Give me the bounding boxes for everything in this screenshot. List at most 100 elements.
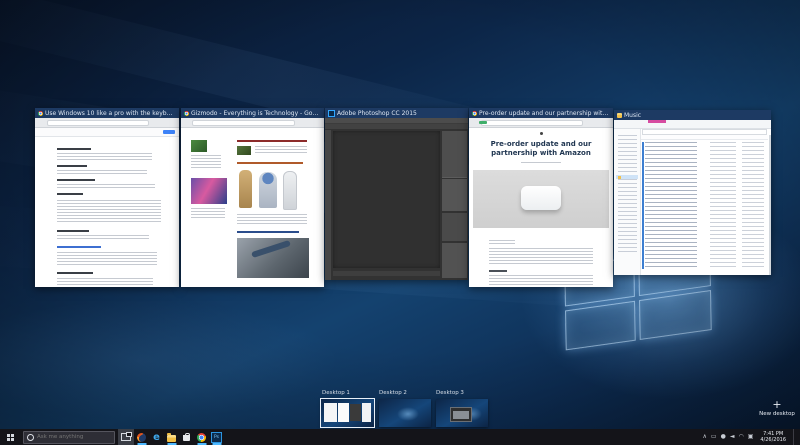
edge-icon: e — [153, 433, 160, 442]
eero-device — [521, 186, 561, 210]
taskbar-firefox-button[interactable] — [134, 429, 149, 445]
mini-window — [338, 403, 349, 422]
mini-window-dark — [450, 407, 472, 422]
chrome-icon — [472, 111, 477, 116]
plus-icon: + — [755, 400, 799, 410]
window-preview — [181, 118, 324, 287]
window-preview: Pre-order update and our partnership wit… — [469, 118, 613, 287]
window-title: Gizmodo - Everything is Technology - Goo… — [191, 110, 321, 117]
show-desktop-button[interactable] — [793, 429, 798, 445]
new-desktop-button[interactable]: + New desktop — [755, 400, 799, 417]
battery-icon[interactable]: ▭ — [711, 429, 717, 445]
ps-options-bar — [325, 124, 468, 129]
nav-tree-items — [618, 135, 637, 255]
desktop-3-label: Desktop 3 — [436, 390, 464, 396]
taskbar: e Ps ∧ ▭ ● ◄ ◠ ▣ 7:41 PM 4/26/2016 — [0, 429, 800, 445]
store-icon — [183, 435, 190, 441]
headline — [237, 140, 307, 142]
eero-paragraph — [489, 248, 593, 266]
headline — [237, 231, 299, 233]
taskbar-store-button[interactable] — [179, 429, 194, 445]
window-preview — [614, 120, 771, 275]
onedrive-icon[interactable]: ● — [721, 429, 726, 445]
bookmark-favicon — [479, 121, 487, 124]
eero-heading: Pre-order update and our partnership wit… — [481, 140, 601, 158]
window-thumbnail-eero[interactable]: Pre-order update and our partnership wit… — [469, 108, 613, 287]
window-titlebar: Gizmodo - Everything is Technology - Goo… — [181, 108, 324, 118]
window-title: Use Windows 10 like a pro with the keybo… — [45, 110, 176, 117]
folder-icon — [617, 113, 622, 118]
music-tools-tab — [648, 120, 666, 123]
doc-heading — [57, 272, 93, 274]
sidebar-text — [191, 155, 221, 169]
doc-heading — [57, 230, 89, 232]
doc-text — [57, 278, 153, 286]
article-text — [237, 214, 307, 226]
file-selection-highlight — [642, 142, 644, 269]
chrome-icon — [38, 111, 43, 116]
desktop-thumbnail-3[interactable] — [436, 399, 488, 427]
article-image-purple — [191, 178, 227, 204]
taskbar-photoshop-button[interactable]: Ps — [209, 429, 224, 445]
task-view-button[interactable] — [118, 429, 134, 445]
taskbar-clock[interactable]: 7:41 PM 4/26/2016 — [757, 431, 789, 443]
window-title: Adobe Photoshop CC 2015 — [337, 110, 465, 117]
window-titlebar: Adobe Photoshop CC 2015 — [325, 108, 468, 118]
hidden-icons-chevron[interactable]: ∧ — [702, 429, 706, 445]
action-center-icon[interactable]: ▣ — [748, 429, 754, 445]
doc-text — [57, 235, 149, 240]
browser-toolbar — [181, 118, 324, 128]
start-button[interactable] — [0, 429, 20, 445]
network-icon[interactable]: ◠ — [738, 429, 743, 445]
desktop-2-label: Desktop 2 — [379, 390, 407, 396]
task-view-screen: Use Windows 10 like a pro with the keybo… — [0, 0, 800, 445]
headline-thumb — [237, 146, 251, 155]
window-title: Pre-order update and our partnership wit… — [479, 110, 610, 117]
scrollbar — [769, 135, 771, 275]
volume-icon[interactable]: ◄ — [730, 429, 735, 445]
ps-panel — [442, 213, 467, 241]
chrome-icon — [184, 111, 189, 116]
column-headers — [641, 135, 768, 140]
site-logo-dot — [540, 132, 543, 135]
taskbar-file-explorer-button[interactable] — [164, 429, 179, 445]
window-thumbnail-docs[interactable]: Use Windows 10 like a pro with the keybo… — [35, 108, 179, 287]
doc-heading — [57, 148, 91, 150]
ps-toolbar — [325, 130, 331, 280]
taskbar-edge-button[interactable]: e — [149, 429, 164, 445]
logo-pane — [639, 290, 712, 340]
mini-logo-glow — [397, 407, 419, 421]
eero-paragraph — [489, 275, 593, 285]
mini-window — [324, 403, 337, 422]
firefox-icon — [137, 433, 146, 442]
figure-droid — [283, 171, 297, 210]
cortana-search-box[interactable] — [23, 431, 115, 444]
desktop-1-label: Desktop 1 — [322, 390, 350, 396]
mini-window-content — [453, 411, 469, 419]
doc-text — [57, 170, 147, 175]
window-thumbnail-gizmodo[interactable]: Gizmodo - Everything is Technology - Goo… — [181, 108, 324, 287]
file-detail-columns — [742, 142, 764, 269]
search-input[interactable] — [37, 434, 111, 440]
file-detail-columns — [710, 142, 736, 269]
windows-logo-icon — [7, 434, 14, 441]
eero-subheading — [489, 270, 507, 272]
mini-window-dark — [350, 404, 361, 421]
desktop-thumbnail-2[interactable] — [379, 399, 431, 427]
doc-text — [57, 153, 152, 161]
doc-heading — [57, 179, 95, 181]
window-titlebar: Music — [614, 110, 771, 120]
doc-heading — [57, 193, 83, 195]
doc-paragraph — [57, 200, 161, 222]
window-thumbnail-photoshop[interactable]: Adobe Photoshop CC 2015 — [325, 108, 468, 280]
window-thumbnail-explorer[interactable]: Music — [614, 110, 771, 275]
explorer-nav-pane — [614, 129, 641, 275]
desktop-thumbnail-1[interactable] — [321, 399, 374, 427]
clock-date: 4/26/2016 — [760, 437, 786, 443]
window-titlebar: Use Windows 10 like a pro with the keybo… — [35, 108, 179, 118]
browser-toolbar — [35, 118, 179, 128]
taskbar-chrome-button[interactable] — [194, 429, 209, 445]
doc-paragraph — [57, 252, 157, 266]
browser-toolbar — [469, 118, 613, 128]
sidebar-text — [191, 208, 225, 218]
